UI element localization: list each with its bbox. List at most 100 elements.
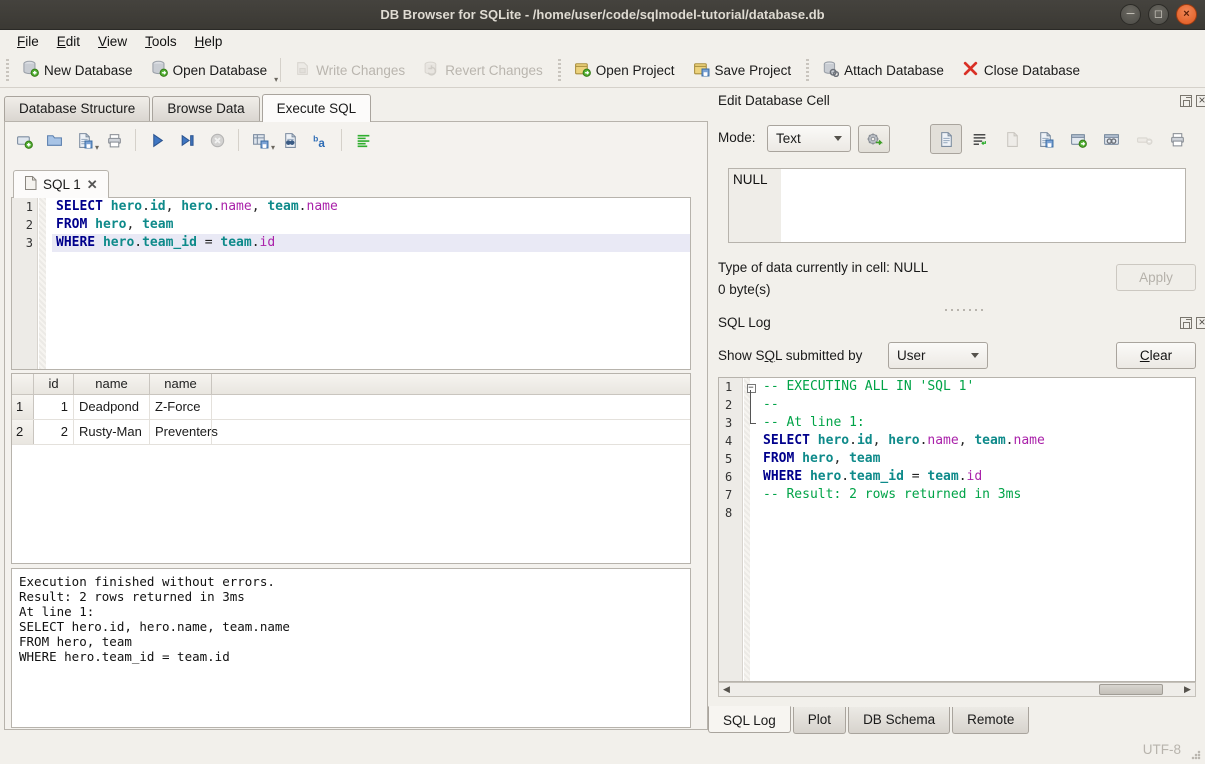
execute-button[interactable] [146,129,168,151]
main-toolbar: New DatabaseOpen Database▾ Write ChangesR… [0,53,1205,88]
auto-apply-button[interactable] [858,125,890,153]
code-text: -- Result: 2 rows returned in 3ms [759,486,1195,504]
save-project-button[interactable]: Save Project [684,56,801,84]
attach-database-icon [822,60,839,80]
apply-button[interactable]: Apply [1116,264,1196,291]
import-data-button[interactable] [996,124,1028,154]
code-line: 4 SELECT hero.id, hero.name, team.name [719,432,1195,450]
set-null-button[interactable] [1128,124,1160,154]
cell-editor[interactable]: NULL [728,168,1186,243]
close-button[interactable]: × [1176,4,1197,25]
resize-grip[interactable] [1191,750,1201,760]
column-header-name[interactable]: name [150,374,212,394]
revert-changes-button[interactable]: Revert Changes [414,56,552,84]
scrollbar-thumb[interactable] [1099,684,1163,695]
table-cell[interactable]: Rusty-Man [74,420,150,444]
close-database-button[interactable]: Close Database [953,56,1089,84]
row-header[interactable]: 2 [12,420,34,444]
stop-button[interactable] [206,129,228,151]
table-cell[interactable]: Preventers [150,420,212,444]
scroll-left-arrow[interactable]: ◀ [719,683,734,696]
results-table[interactable]: idnamename11DeadpondZ-Force22Rusty-ManPr… [11,373,691,564]
float-dock-icon[interactable] [1180,317,1192,329]
dock-tab-sql-log[interactable]: SQL Log [708,706,791,733]
table-cell[interactable]: 1 [34,395,74,419]
print-button[interactable] [103,129,125,151]
minimize-button[interactable]: ─ [1120,4,1141,25]
close-tab-icon[interactable]: ✕ [87,177,98,193]
table-cell[interactable]: 2 [34,420,74,444]
print-cell-button[interactable] [1161,124,1193,154]
dock-tab-plot[interactable]: Plot [793,707,846,734]
edit-cell-dock-controls [1180,95,1205,107]
open-external-button[interactable] [1062,124,1094,154]
open-project-button[interactable]: Open Project [565,56,684,84]
results-corner-cell[interactable] [12,374,34,394]
attach-database-button[interactable]: Attach Database [813,56,953,84]
scrollbar-track[interactable] [734,683,1180,696]
format-sql-button[interactable] [352,129,374,151]
column-header-name[interactable]: name [74,374,150,394]
fold-collapse-icon[interactable]: − [747,384,756,393]
fold-marker [743,450,759,468]
dropdown-caret-icon[interactable]: ▾ [95,143,99,152]
dropdown-caret-icon[interactable]: ▾ [274,75,278,84]
export-results-button[interactable]: ▾ [249,129,271,151]
menu-help[interactable]: Help [186,32,232,51]
open-sql-button[interactable] [43,129,65,151]
new-database-button[interactable]: New Database [13,56,142,84]
menu-file[interactable]: File [8,32,48,51]
window-controls: ─ ◻ × [1120,4,1197,25]
open-database-button[interactable]: Open Database▾ [142,56,277,84]
sql-log-code-area: 1−-- EXECUTING ALL IN 'SQL 1'2--3-- At l… [719,378,1195,681]
clear-log-button[interactable]: Clear [1116,342,1196,369]
tab-execute-sql[interactable]: Execute SQL [262,94,372,122]
horizontal-scrollbar[interactable]: ◀ ▶ [718,682,1196,697]
line-number: 4 [719,432,743,450]
close-dock-icon[interactable] [1196,317,1205,329]
sql-editor[interactable]: 1SELECT hero.id, hero.name, team.name2FR… [11,197,691,370]
table-cell[interactable]: Deadpond [74,395,150,419]
float-dock-icon[interactable] [1180,95,1192,107]
fold-marker [743,396,759,414]
tab-database-structure[interactable]: Database Structure [4,96,150,122]
find-button[interactable] [279,129,301,151]
word-wrap-button[interactable] [963,124,995,154]
new-tab-button[interactable] [13,129,35,151]
sql-file-icon [24,176,37,193]
close-dock-icon[interactable] [1196,95,1205,107]
menu-edit[interactable]: Edit [48,32,89,51]
export-data-button[interactable] [1029,124,1061,154]
code-text: SELECT hero.id, hero.name, team.name [759,432,1195,450]
sql-query-tab[interactable]: SQL 1 ✕ [13,170,109,198]
replace-font-button[interactable]: ba [309,129,331,151]
code-line: 7-- Result: 2 rows returned in 3ms [719,486,1195,504]
code-line: 6WHERE hero.team_id = team.id [719,468,1195,486]
sql-log-view[interactable]: 1−-- EXECUTING ALL IN 'SQL 1'2--3-- At l… [718,377,1196,682]
write-changes-button[interactable]: Write Changes [285,56,414,84]
column-header-id[interactable]: id [34,374,74,394]
save-sql-button[interactable]: ▾ [73,129,95,151]
maximize-button[interactable]: ◻ [1148,4,1169,25]
table-cell[interactable]: Z-Force [150,395,212,419]
mode-select[interactable]: Text [767,125,851,152]
fold-marker [38,234,52,252]
text-mode-button[interactable] [930,124,962,154]
dock-tab-db-schema[interactable]: DB Schema [848,707,950,734]
mode-label: Mode: [718,130,756,145]
dropdown-caret-icon[interactable]: ▾ [271,143,275,152]
menu-tools[interactable]: Tools [136,32,186,51]
menu-view[interactable]: View [89,32,136,51]
set-link-button[interactable] [1095,124,1127,154]
sql-log-filter-select[interactable]: User [888,342,988,369]
row-header[interactable]: 1 [12,395,34,419]
dock-splitter-handle[interactable] [945,309,985,311]
menubar: FileEditViewToolsHelp [0,30,1205,53]
dock-tab-remote[interactable]: Remote [952,707,1029,734]
fold-marker [743,432,759,450]
tab-browse-data[interactable]: Browse Data [152,96,259,122]
titlebar[interactable]: DB Browser for SQLite - /home/user/code/… [0,0,1205,30]
scroll-right-arrow[interactable]: ▶ [1180,683,1195,696]
fold-marker [38,198,52,216]
execute-line-button[interactable] [176,129,198,151]
